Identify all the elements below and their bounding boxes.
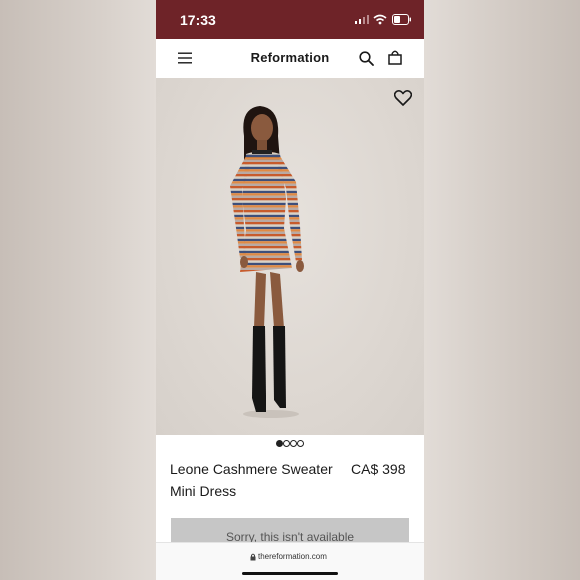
carousel-dot[interactable] (297, 440, 304, 447)
browser-address-bar[interactable]: thereformation.com (156, 542, 424, 580)
status-bar: 17:33 (156, 0, 424, 39)
url-text[interactable]: thereformation.com (258, 552, 327, 561)
site-header: Reformation (156, 39, 424, 78)
unavailable-button[interactable]: Sorry, this isn't available (171, 518, 409, 544)
carousel-dots[interactable] (276, 440, 306, 447)
product-image[interactable] (156, 78, 424, 435)
signal-icon (355, 15, 369, 24)
carousel-dot[interactable] (276, 440, 283, 447)
carousel-dot[interactable] (290, 440, 297, 447)
wifi-icon (373, 14, 387, 25)
model-photo (230, 106, 304, 418)
product-name: Leone Cashmere Sweater Mini Dress (170, 461, 333, 499)
heart-icon[interactable] (394, 90, 412, 106)
home-indicator[interactable] (242, 572, 338, 575)
product-price: CA$ 398 (351, 461, 406, 477)
carousel-dot[interactable] (283, 440, 290, 447)
lock-icon (250, 553, 256, 561)
status-time: 17:33 (180, 12, 216, 28)
battery-icon (392, 14, 411, 25)
brand-logo[interactable]: Reformation (156, 50, 424, 65)
phone-screen: 17:33 Reformation Leone Cashmere Sweater… (156, 0, 424, 580)
bag-icon[interactable] (388, 50, 402, 65)
search-icon[interactable] (359, 51, 374, 66)
